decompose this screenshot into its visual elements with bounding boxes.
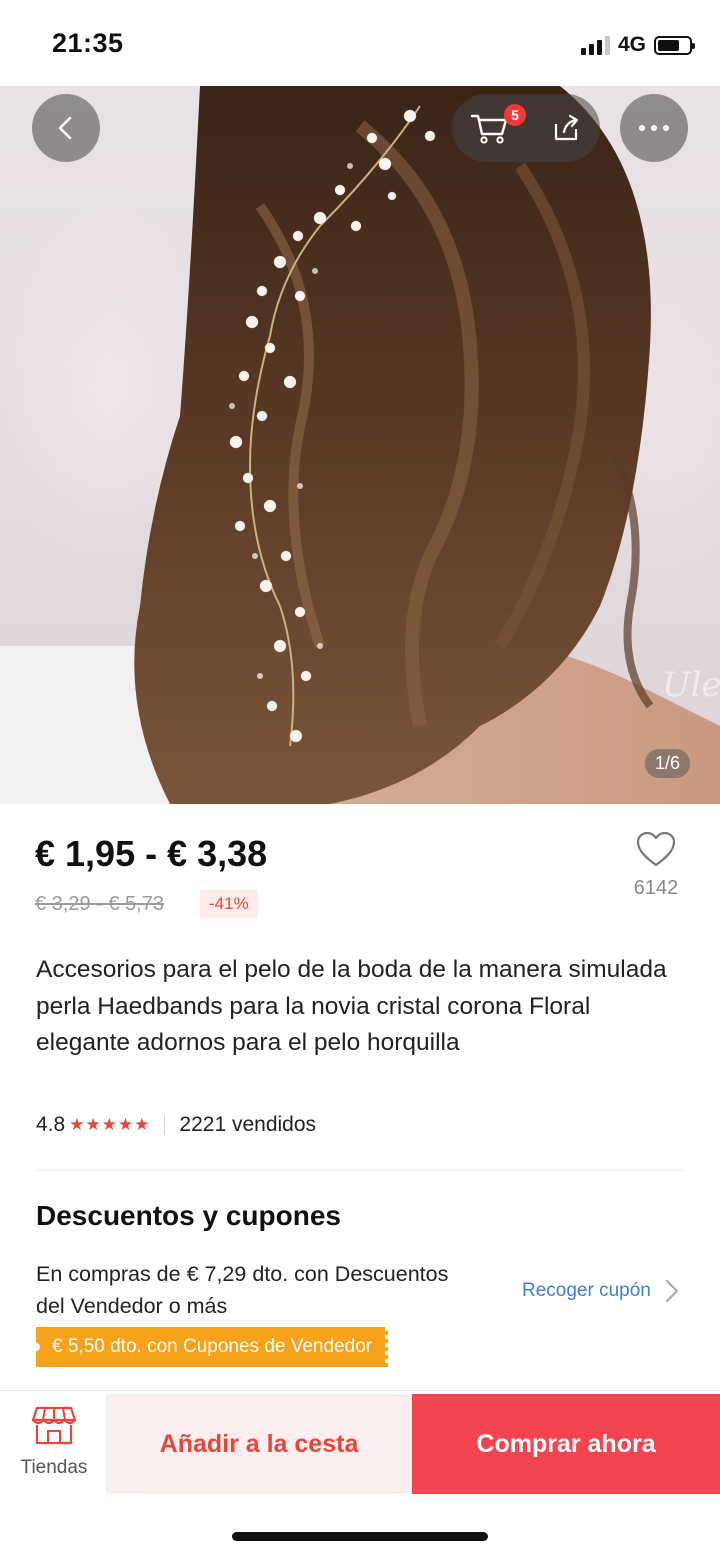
battery-icon	[654, 35, 695, 55]
signal-icon	[580, 35, 610, 55]
discount-badge: -41%	[200, 890, 258, 918]
more-dots-icon	[639, 125, 669, 131]
network-type: 4G	[617, 33, 646, 56]
wishlist-button[interactable]: 6142	[628, 830, 684, 900]
product-title: Accesorios para el pelo de la boda de la…	[36, 956, 667, 1056]
home-indicator[interactable]	[232, 1532, 488, 1541]
separator	[164, 1115, 166, 1135]
chevron-right-icon	[665, 1279, 678, 1303]
original-price: € 3,29 - € 5,73	[35, 893, 164, 915]
product-image[interactable]: Ule 1/6	[0, 86, 720, 804]
coupon-tag[interactable]: € 5,50 dto. con Cupones de Vendedor	[36, 1327, 390, 1367]
back-chevron-icon	[58, 116, 72, 140]
buy-now-button[interactable]: Comprar ahora	[412, 1394, 720, 1494]
coupons-section-title: Descuentos y cupones	[36, 1200, 341, 1231]
cart-count-badge: 5	[504, 104, 526, 126]
add-to-cart-button[interactable]: Añadir a la cesta	[106, 1394, 412, 1494]
back-button[interactable]	[32, 94, 100, 162]
status-bar: 21:35 4G	[0, 0, 720, 86]
heart-icon	[636, 831, 676, 867]
price-range: € 1,95 - € 3,38	[35, 833, 268, 874]
rating-value: 4.8	[36, 1113, 66, 1136]
status-indicators: 4G	[580, 33, 695, 57]
store-icon	[31, 1406, 77, 1445]
bottom-bar-divider	[0, 1390, 720, 1391]
stores-button[interactable]: Tiendas	[12, 1404, 96, 1479]
more-button[interactable]	[620, 94, 688, 162]
product-photo-illustration: Ule	[0, 86, 720, 804]
rating-row[interactable]: 4.8 ★★★★★ 2221 vendidos	[36, 1113, 316, 1137]
collect-coupon-label: Recoger cupón	[522, 1280, 651, 1301]
rating-stars: ★★★★★	[69, 1115, 151, 1134]
sold-count: 2221 vendidos	[179, 1113, 317, 1136]
status-time: 21:35	[52, 28, 124, 58]
cart-share-group: 5	[452, 94, 600, 162]
stores-label: Tiendas	[20, 1457, 88, 1478]
collect-coupon-link[interactable]: Recoger cupón	[522, 1279, 679, 1303]
image-counter: 1/6	[644, 749, 690, 778]
coupon-description: En compras de € 7,29 dto. con Descuentos…	[36, 1262, 449, 1318]
divider	[36, 1170, 684, 1171]
svg-text:Ule: Ule	[662, 665, 720, 705]
share-icon[interactable]	[550, 112, 582, 144]
wishlist-count: 6142	[633, 877, 679, 899]
